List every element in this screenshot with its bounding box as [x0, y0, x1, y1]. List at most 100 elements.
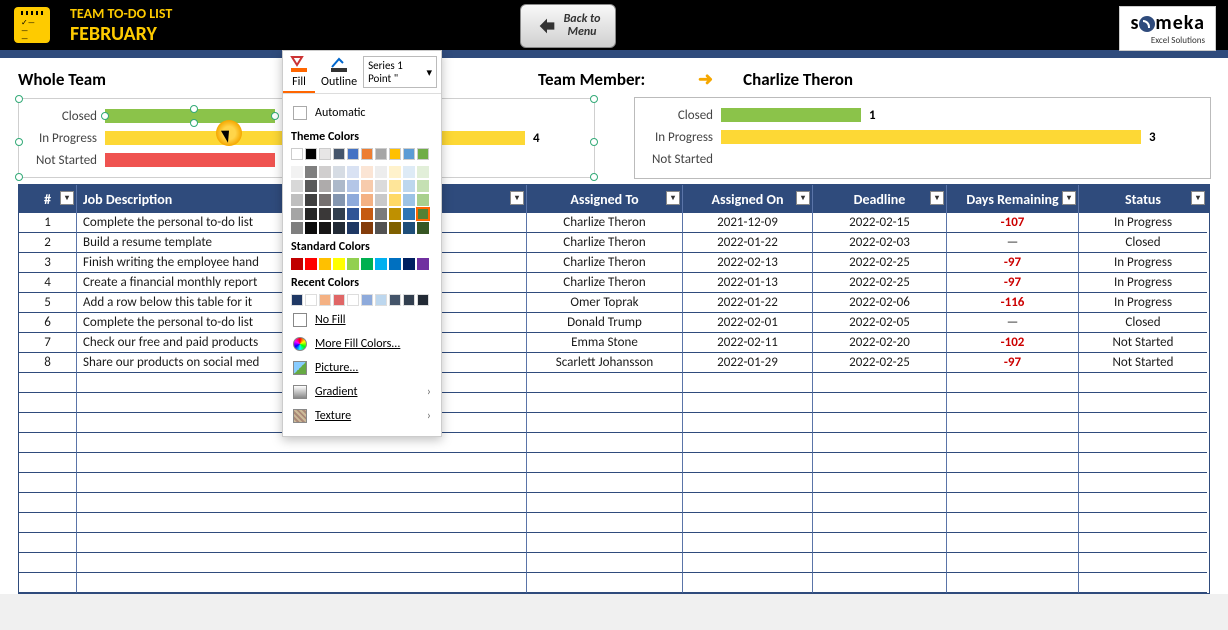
color-swatch[interactable]: [319, 294, 331, 306]
color-swatch[interactable]: [403, 294, 415, 306]
color-swatch[interactable]: [417, 166, 429, 178]
color-swatch[interactable]: [333, 180, 345, 192]
color-swatch[interactable]: [291, 222, 303, 234]
table-row[interactable]: .......: [19, 473, 1209, 493]
color-swatch[interactable]: [403, 148, 415, 160]
table-row[interactable]: 2Build a resume template Charlize Theron…: [19, 233, 1209, 253]
table-row[interactable]: .......: [19, 453, 1209, 473]
fill-tab[interactable]: Fill: [283, 51, 315, 93]
table-row[interactable]: .......: [19, 553, 1209, 573]
color-swatch[interactable]: [375, 180, 387, 192]
color-swatch[interactable]: [417, 194, 429, 206]
color-swatch[interactable]: [319, 148, 331, 160]
color-swatch[interactable]: [375, 208, 387, 220]
color-swatch[interactable]: [291, 148, 303, 160]
no-fill[interactable]: No Fill: [291, 308, 433, 332]
color-swatch[interactable]: [389, 166, 401, 178]
color-swatch[interactable]: [389, 148, 401, 160]
color-swatch[interactable]: [403, 180, 415, 192]
gradient-fill[interactable]: Gradient›: [291, 380, 433, 404]
color-swatch[interactable]: [347, 148, 359, 160]
closed-bar[interactable]: [105, 109, 275, 123]
color-swatch[interactable]: [333, 194, 345, 206]
color-swatch[interactable]: [305, 180, 317, 192]
table-row[interactable]: 7Check our free and paid products Emma S…: [19, 333, 1209, 353]
color-swatch[interactable]: [361, 166, 373, 178]
table-row[interactable]: .......: [19, 533, 1209, 553]
color-swatch[interactable]: [291, 180, 303, 192]
color-swatch[interactable]: [347, 180, 359, 192]
table-row[interactable]: .......: [19, 413, 1209, 433]
color-swatch[interactable]: [319, 222, 331, 234]
color-swatch[interactable]: [347, 294, 359, 306]
filter-status[interactable]: ▾: [1191, 191, 1205, 205]
color-swatch[interactable]: [417, 294, 429, 306]
table-row[interactable]: .......: [19, 573, 1209, 593]
color-swatch[interactable]: [389, 208, 401, 220]
color-swatch[interactable]: [347, 166, 359, 178]
table-row[interactable]: .......: [19, 433, 1209, 453]
color-swatch[interactable]: [291, 258, 303, 270]
color-swatch[interactable]: [319, 180, 331, 192]
color-swatch[interactable]: [417, 208, 429, 220]
picture-fill[interactable]: Picture...: [291, 356, 433, 380]
color-swatch[interactable]: [375, 148, 387, 160]
color-swatch[interactable]: [333, 222, 345, 234]
table-row[interactable]: .......: [19, 513, 1209, 533]
filter-dead[interactable]: ▾: [930, 191, 944, 205]
color-swatch[interactable]: [291, 208, 303, 220]
color-swatch[interactable]: [389, 222, 401, 234]
color-swatch[interactable]: [403, 208, 415, 220]
color-swatch[interactable]: [333, 148, 345, 160]
color-swatch[interactable]: [417, 258, 429, 270]
color-swatch[interactable]: [319, 166, 331, 178]
color-swatch[interactable]: [403, 194, 415, 206]
more-fill-colors[interactable]: More Fill Colors...: [291, 332, 433, 356]
automatic-fill[interactable]: Automatic: [291, 102, 433, 124]
color-swatch[interactable]: [305, 166, 317, 178]
color-swatch[interactable]: [347, 208, 359, 220]
color-swatch[interactable]: [347, 258, 359, 270]
color-swatch[interactable]: [403, 258, 415, 270]
series-selector[interactable]: Series 1 Point "▾: [363, 56, 437, 88]
color-swatch[interactable]: [361, 258, 373, 270]
color-swatch[interactable]: [319, 194, 331, 206]
filter-assigned[interactable]: ▾: [666, 191, 680, 205]
color-swatch[interactable]: [305, 208, 317, 220]
color-swatch[interactable]: [375, 166, 387, 178]
color-swatch[interactable]: [305, 194, 317, 206]
table-row[interactable]: 6Complete the personal to-do list Donald…: [19, 313, 1209, 333]
table-row[interactable]: 4Create a financial monthly report Charl…: [19, 273, 1209, 293]
table-row[interactable]: 5Add a row below this table for it Omer …: [19, 293, 1209, 313]
color-swatch[interactable]: [347, 194, 359, 206]
color-swatch[interactable]: [319, 258, 331, 270]
color-swatch[interactable]: [361, 222, 373, 234]
color-swatch[interactable]: [305, 222, 317, 234]
table-row[interactable]: 1Complete the personal to-do list Charli…: [19, 213, 1209, 233]
color-swatch[interactable]: [333, 208, 345, 220]
color-swatch[interactable]: [389, 258, 401, 270]
color-swatch[interactable]: [417, 148, 429, 160]
color-swatch[interactable]: [375, 194, 387, 206]
color-swatch[interactable]: [305, 294, 317, 306]
color-swatch[interactable]: [375, 258, 387, 270]
color-swatch[interactable]: [333, 166, 345, 178]
back-to-menu-button[interactable]: Back to Menu: [520, 4, 616, 48]
color-swatch[interactable]: [291, 166, 303, 178]
color-swatch[interactable]: [375, 294, 387, 306]
table-row[interactable]: 3Finish writing the employee hand Charli…: [19, 253, 1209, 273]
color-swatch[interactable]: [417, 222, 429, 234]
color-swatch[interactable]: [305, 258, 317, 270]
table-row[interactable]: .......: [19, 373, 1209, 393]
table-row[interactable]: .......: [19, 493, 1209, 513]
color-swatch[interactable]: [361, 194, 373, 206]
filter-num[interactable]: ▾: [60, 191, 74, 205]
color-swatch[interactable]: [361, 180, 373, 192]
filter-desc[interactable]: ▾: [510, 191, 524, 205]
table-row[interactable]: .......: [19, 393, 1209, 413]
color-swatch[interactable]: [403, 222, 415, 234]
color-swatch[interactable]: [319, 208, 331, 220]
color-swatch[interactable]: [333, 294, 345, 306]
color-swatch[interactable]: [389, 294, 401, 306]
notstarted-bar[interactable]: [105, 153, 275, 167]
